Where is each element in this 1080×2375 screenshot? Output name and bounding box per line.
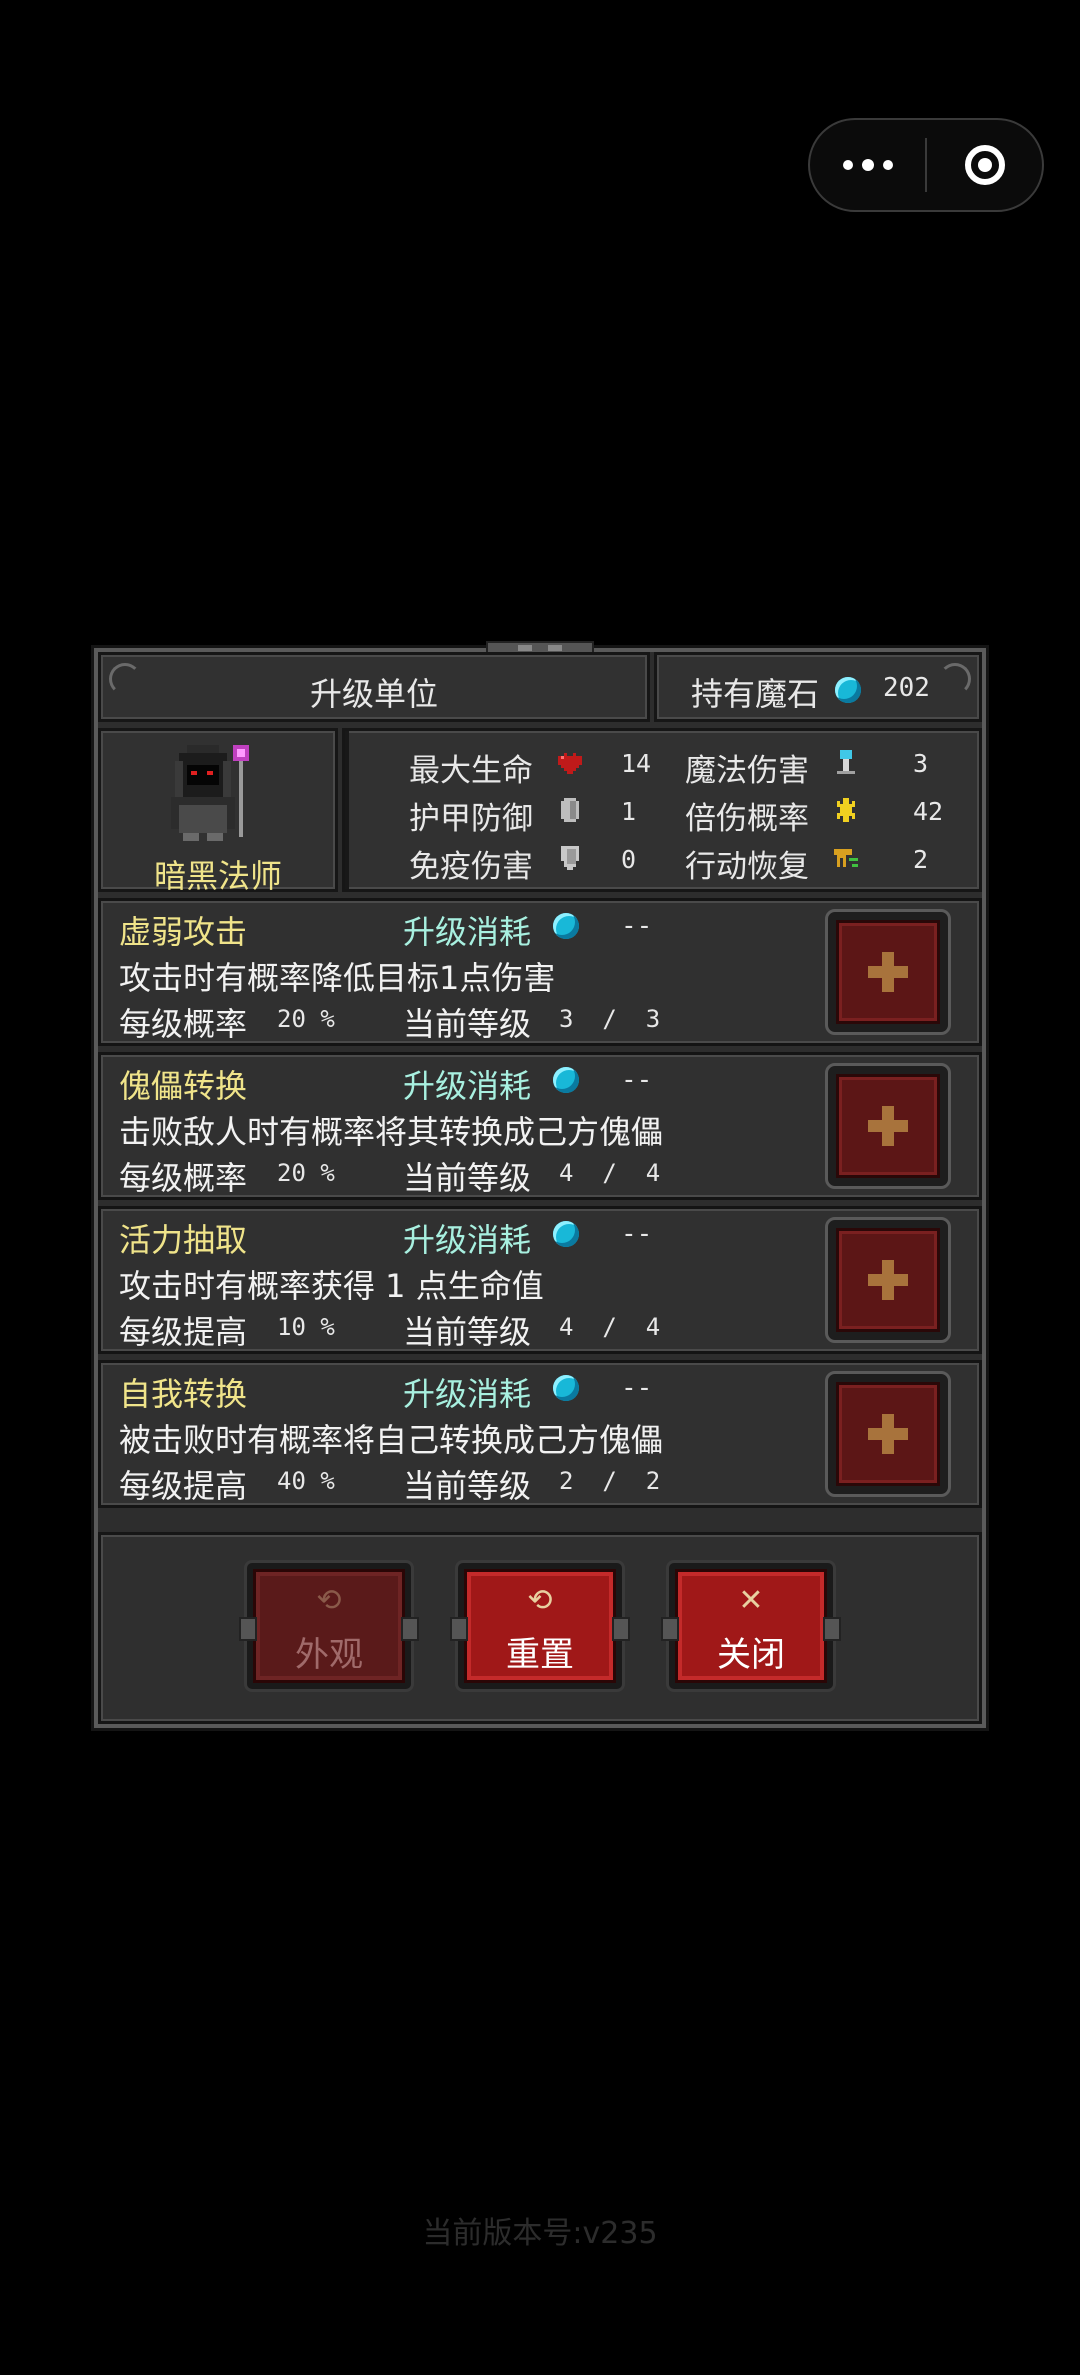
level-label: 当前等级 (403, 1159, 532, 1197)
level-label: 当前等级 (403, 1467, 532, 1505)
level-value: 3 / 3 (559, 1005, 661, 1033)
button-nub (612, 1617, 630, 1641)
stat-armor: 护甲防御 1 (409, 793, 636, 838)
skill-description: 击败敌人时有概率将其转换成己方傀儡 (119, 1113, 664, 1151)
magic-stone-icon (835, 677, 861, 703)
stat-label: 倍伤概率 (685, 801, 809, 837)
magic-stone-icon (553, 1221, 579, 1247)
more-dots-icon[interactable] (810, 120, 925, 210)
skill-name: 虚弱攻击 (119, 913, 248, 951)
dark-mage-icon (171, 745, 249, 841)
heart-icon (558, 753, 582, 774)
appearance-label: 外观 (295, 1635, 363, 1675)
skill-card-weak-attack: 虚弱攻击 升级消耗 -- 攻击时有概率降低目标1点伤害 每级概率 20 % 当前… (98, 898, 982, 1046)
level-value: 2 / 2 (559, 1467, 661, 1495)
stat-value: 0 (621, 845, 637, 874)
close-label: 关闭 (717, 1635, 785, 1675)
skill-name: 活力抽取 (119, 1221, 248, 1259)
stat-magic-damage: 魔法伤害 3 (685, 745, 928, 790)
stat-label: 最大生命 (409, 753, 533, 789)
skill-description: 攻击时有概率降低目标1点伤害 (119, 959, 556, 997)
stat-action-recovery: 行动恢复 2 (685, 841, 928, 886)
cost-value: -- (621, 1373, 653, 1403)
rate-value: 10 % (277, 1313, 335, 1341)
target-icon[interactable] (927, 145, 1042, 185)
stat-max-hp: 最大生命 14 (409, 745, 651, 790)
rate-value: 20 % (277, 1159, 335, 1187)
stat-label: 免疫伤害 (409, 849, 533, 885)
reset-button[interactable]: ⟲ 重置 (450, 1560, 630, 1692)
stat-crit-rate: 倍伤概率 42 (685, 793, 943, 838)
rate-label: 每级提高 (119, 1467, 248, 1505)
magic-stone-icon (553, 1067, 579, 1093)
upgrade-button[interactable] (825, 1063, 951, 1189)
stat-label: 魔法伤害 (685, 753, 809, 789)
level-value: 4 / 4 (559, 1159, 661, 1187)
skill-description: 攻击时有概率获得 1 点生命值 (119, 1267, 544, 1305)
divider (345, 731, 349, 889)
stone-label: 持有魔石 (691, 675, 820, 713)
magic-stone-icon (553, 1375, 579, 1401)
cost-label: 升级消耗 (403, 1221, 532, 1259)
stat-value: 3 (913, 749, 929, 778)
button-nub (239, 1617, 257, 1641)
level-label: 当前等级 (403, 1005, 532, 1043)
button-nub (401, 1617, 419, 1641)
stat-immune-damage: 免疫伤害 0 (409, 841, 636, 886)
button-nub (450, 1617, 468, 1641)
unit-stats-box: 最大生命 14 魔法伤害 3 护甲防御 1 倍伤概率 42 免疫伤害 0 行动恢… (342, 728, 982, 892)
refresh-icon: ⟲ (527, 1583, 553, 1618)
rate-value: 20 % (277, 1005, 335, 1033)
skill-name: 自我转换 (119, 1375, 248, 1413)
refresh-icon: ⟲ (316, 1583, 342, 1618)
cost-value: -- (621, 1065, 653, 1095)
stat-label: 护甲防御 (409, 801, 533, 837)
rate-label: 每级提高 (119, 1313, 248, 1351)
cost-label: 升级消耗 (403, 1067, 532, 1105)
skill-card-self-convert: 自我转换 升级消耗 -- 被击败时有概率将自己转换成己方傀儡 每级提高 40 %… (98, 1360, 982, 1508)
rate-value: 40 % (277, 1467, 335, 1495)
rate-label: 每级概率 (119, 1005, 248, 1043)
stat-value: 1 (621, 797, 637, 826)
mini-program-capsule (808, 118, 1044, 212)
reset-label: 重置 (506, 1635, 574, 1675)
magic-stone-icon (553, 913, 579, 939)
skill-description: 被击败时有概率将自己转换成己方傀儡 (119, 1421, 664, 1459)
upgrade-button[interactable] (825, 1217, 951, 1343)
appearance-button[interactable]: ⟲ 外观 (239, 1560, 419, 1692)
version-text: 当前版本号:v235 (422, 2216, 658, 2251)
staff-icon (837, 750, 855, 774)
skill-card-vitality-drain: 活力抽取 升级消耗 -- 攻击时有概率获得 1 点生命值 每级提高 10 % 当… (98, 1206, 982, 1354)
stat-value: 42 (913, 797, 944, 826)
crit-star-icon (837, 798, 855, 822)
upgrade-button[interactable] (825, 1371, 951, 1497)
corner-ornament (939, 663, 971, 695)
cost-value: -- (621, 911, 653, 941)
page-title: 升级单位 (309, 675, 438, 713)
rate-label: 每级概率 (119, 1159, 248, 1197)
stat-label: 行动恢复 (685, 849, 809, 885)
cost-label: 升级消耗 (403, 913, 532, 951)
button-nub (823, 1617, 841, 1641)
skill-card-puppet-convert: 傀儡转换 升级消耗 -- 击败敌人时有概率将其转换成己方傀儡 每级概率 20 %… (98, 1052, 982, 1200)
close-button[interactable]: ✕ 关闭 (661, 1560, 841, 1692)
button-nub (661, 1617, 679, 1641)
level-value: 4 / 4 (559, 1313, 661, 1341)
stat-value: 14 (621, 749, 652, 778)
cost-label: 升级消耗 (403, 1375, 532, 1413)
close-icon: ✕ (738, 1583, 764, 1618)
boot-icon (834, 849, 858, 867)
level-label: 当前等级 (403, 1313, 532, 1351)
unit-name: 暗黑法师 (153, 857, 282, 895)
unit-portrait-box: 暗黑法师 (98, 728, 338, 895)
armor-icon (561, 798, 579, 822)
stone-count: 202 (883, 673, 930, 703)
stone-balance-box: 持有魔石 202 (654, 652, 982, 722)
stat-value: 2 (913, 845, 929, 874)
upgrade-button[interactable] (825, 909, 951, 1035)
shield-icon (561, 846, 579, 870)
header-title-box: 升级单位 (98, 652, 650, 722)
cost-value: -- (621, 1219, 653, 1249)
skill-name: 傀儡转换 (119, 1067, 248, 1105)
